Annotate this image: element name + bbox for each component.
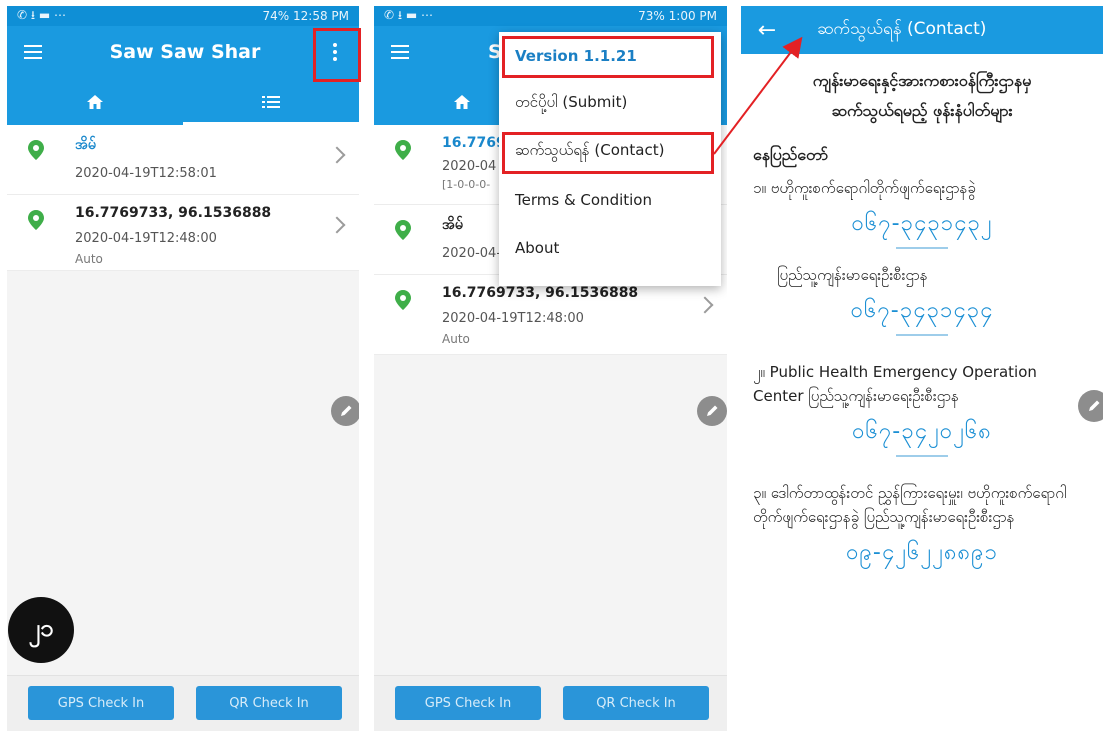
list-item[interactable]: 16.7769733, 96.1536888 2020-04-19T12:48:… bbox=[374, 275, 727, 355]
app-bar: Saw Saw Shar bbox=[7, 26, 359, 78]
back-arrow-icon[interactable]: ← bbox=[741, 18, 793, 43]
status-icons: ✆ ⭳ ▬ ⋯ bbox=[17, 7, 67, 22]
pencil-icon bbox=[707, 405, 718, 416]
phone-number[interactable]: ၀၉-၄၂၆၂၂၈၈၉၁ bbox=[753, 537, 1091, 570]
divider bbox=[896, 334, 948, 336]
bottom-bar: GPS Check In QR Check In bbox=[7, 675, 359, 731]
list-item[interactable]: အိမ် 2020-04-19T12:58:01 bbox=[7, 125, 359, 195]
status-bar: ✆ ⭳ ▬ ⋯ 74% 12:58 PM bbox=[7, 6, 359, 26]
edit-fab[interactable] bbox=[697, 396, 727, 426]
highlight-box-contact bbox=[502, 132, 714, 174]
item-date: 2020-04-19T12:58:01 bbox=[75, 166, 217, 181]
heading-line-2: ဆက်သွယ်ရမည့် ဖုန်းနံပါတ်များ bbox=[831, 101, 1013, 120]
bottom-bar: GPS Check In QR Check In bbox=[374, 675, 727, 731]
contact-entry-text: ၃။ ဒေါက်တာထွန်းတင် ညွှန်ကြားရေးမှူး၊ ဗဟိ… bbox=[753, 484, 1067, 526]
location-pin-icon bbox=[395, 220, 411, 240]
edit-fab[interactable] bbox=[1078, 390, 1103, 422]
location-pin-icon bbox=[395, 140, 411, 160]
home-icon bbox=[454, 94, 470, 109]
page-title: ဆက်သွယ်ရန် (Contact) bbox=[817, 18, 987, 39]
contact-entry-text: ပြည်သူ့ကျန်းမာရေးဦးစီးဌာန bbox=[777, 266, 928, 284]
location-pin-icon bbox=[395, 290, 411, 310]
app-title: Saw Saw Shar bbox=[109, 41, 261, 63]
chevron-right-icon bbox=[696, 296, 714, 314]
highlight-box-version bbox=[502, 36, 714, 78]
item-title: အိမ် bbox=[75, 137, 96, 153]
list-icon bbox=[262, 95, 280, 108]
gps-checkin-button[interactable]: GPS Check In bbox=[395, 686, 541, 720]
item-date: 2020-04-19T12:48:00 bbox=[442, 311, 584, 326]
qr-checkin-button[interactable]: QR Check In bbox=[196, 686, 342, 720]
phone-number[interactable]: ၀၆၇-၃၄၃၁၄၃၄ bbox=[753, 295, 1091, 328]
item-mode: Auto bbox=[75, 252, 103, 266]
chevron-right-icon bbox=[328, 146, 346, 164]
screen-contact: ← ဆက်သွယ်ရန် (Contact) ကျန်းမာရေးနှင့်အာ… bbox=[741, 6, 1103, 731]
region-label: နေပြည်တော် bbox=[753, 145, 829, 164]
menu-item-about[interactable]: About bbox=[499, 224, 721, 272]
list-item[interactable]: 16.7769733, 96.1536888 2020-04-19T12:48:… bbox=[7, 195, 359, 271]
app-bar: ← ဆက်သွယ်ရန် (Contact) bbox=[741, 6, 1103, 54]
highlight-box-overflow-button bbox=[313, 28, 361, 82]
location-pin-icon bbox=[28, 210, 44, 230]
chevron-right-icon bbox=[328, 216, 346, 234]
qr-checkin-button[interactable]: QR Check In bbox=[563, 686, 709, 720]
tab-home[interactable] bbox=[7, 78, 183, 125]
divider bbox=[896, 455, 948, 457]
status-battery-time: 73% 1:00 PM bbox=[638, 9, 717, 23]
menu-icon[interactable] bbox=[7, 26, 59, 78]
status-battery-time: 74% 12:58 PM bbox=[262, 9, 349, 23]
item-title: 16.7769733, 96.1536888 bbox=[75, 205, 272, 221]
status-bar: ✆ ⭳ ▬ ⋯ 73% 1:00 PM bbox=[374, 6, 727, 26]
item-date: 2020-04-19T12:48:00 bbox=[75, 231, 217, 246]
tab-bar bbox=[7, 78, 359, 125]
logo-badge: ၂၁ bbox=[8, 597, 74, 663]
divider bbox=[896, 247, 948, 249]
status-icons: ✆ ⭳ ▬ ⋯ bbox=[384, 7, 434, 22]
pencil-icon bbox=[1089, 400, 1100, 411]
contact-entry-text: ၂။ Public Health Emergency Operation Cen… bbox=[753, 363, 1037, 405]
heading-line-1: ကျန်းမာရေးနှင့်အားကစားဝန်ကြီးဌာနမှ bbox=[812, 71, 1032, 90]
screenshot-collage: ✆ ⭳ ▬ ⋯ 74% 12:58 PM Saw Saw Shar အိမ် 2… bbox=[0, 0, 1103, 731]
checkin-list: အိမ် 2020-04-19T12:58:01 16.7769733, 96.… bbox=[7, 125, 359, 271]
home-icon bbox=[87, 94, 103, 109]
tab-list[interactable] bbox=[183, 78, 359, 125]
edit-fab[interactable] bbox=[331, 396, 359, 426]
item-mode: Auto bbox=[442, 332, 470, 346]
contact-heading: ကျန်းမာရေးနှင့်အားကစားဝန်ကြီးဌာနမှ ဆက်သွ… bbox=[753, 66, 1091, 126]
contact-entry-text: ၁။ ဗဟိုကူးစက်ရောဂါတိုက်ဖျက်ရေးဌာနခွဲ bbox=[753, 179, 976, 197]
location-pin-icon bbox=[28, 140, 44, 160]
phone-number[interactable]: ၀၆၇-၃၄၂၀၂၆၈ bbox=[753, 416, 1091, 449]
pencil-icon bbox=[341, 405, 352, 416]
contact-content: ကျန်းမာရေးနှင့်အားကစားဝန်ကြီးဌာနမှ ဆက်သွ… bbox=[741, 54, 1103, 570]
gps-checkin-button[interactable]: GPS Check In bbox=[28, 686, 174, 720]
menu-item-terms[interactable]: Terms & Condition bbox=[499, 176, 721, 224]
menu-icon[interactable] bbox=[374, 26, 426, 78]
phone-number[interactable]: ၀၆၇-၃၄၃၁၄၃၂ bbox=[753, 208, 1091, 241]
menu-item-submit[interactable]: တင်ပို့ပါ (Submit) bbox=[499, 80, 721, 128]
screen-overflow-menu: ✆ ⭳ ▬ ⋯ 73% 1:00 PM S 16.7769 2020-04 [1… bbox=[374, 6, 727, 731]
item-title: 16.7769733, 96.1536888 bbox=[442, 285, 639, 301]
